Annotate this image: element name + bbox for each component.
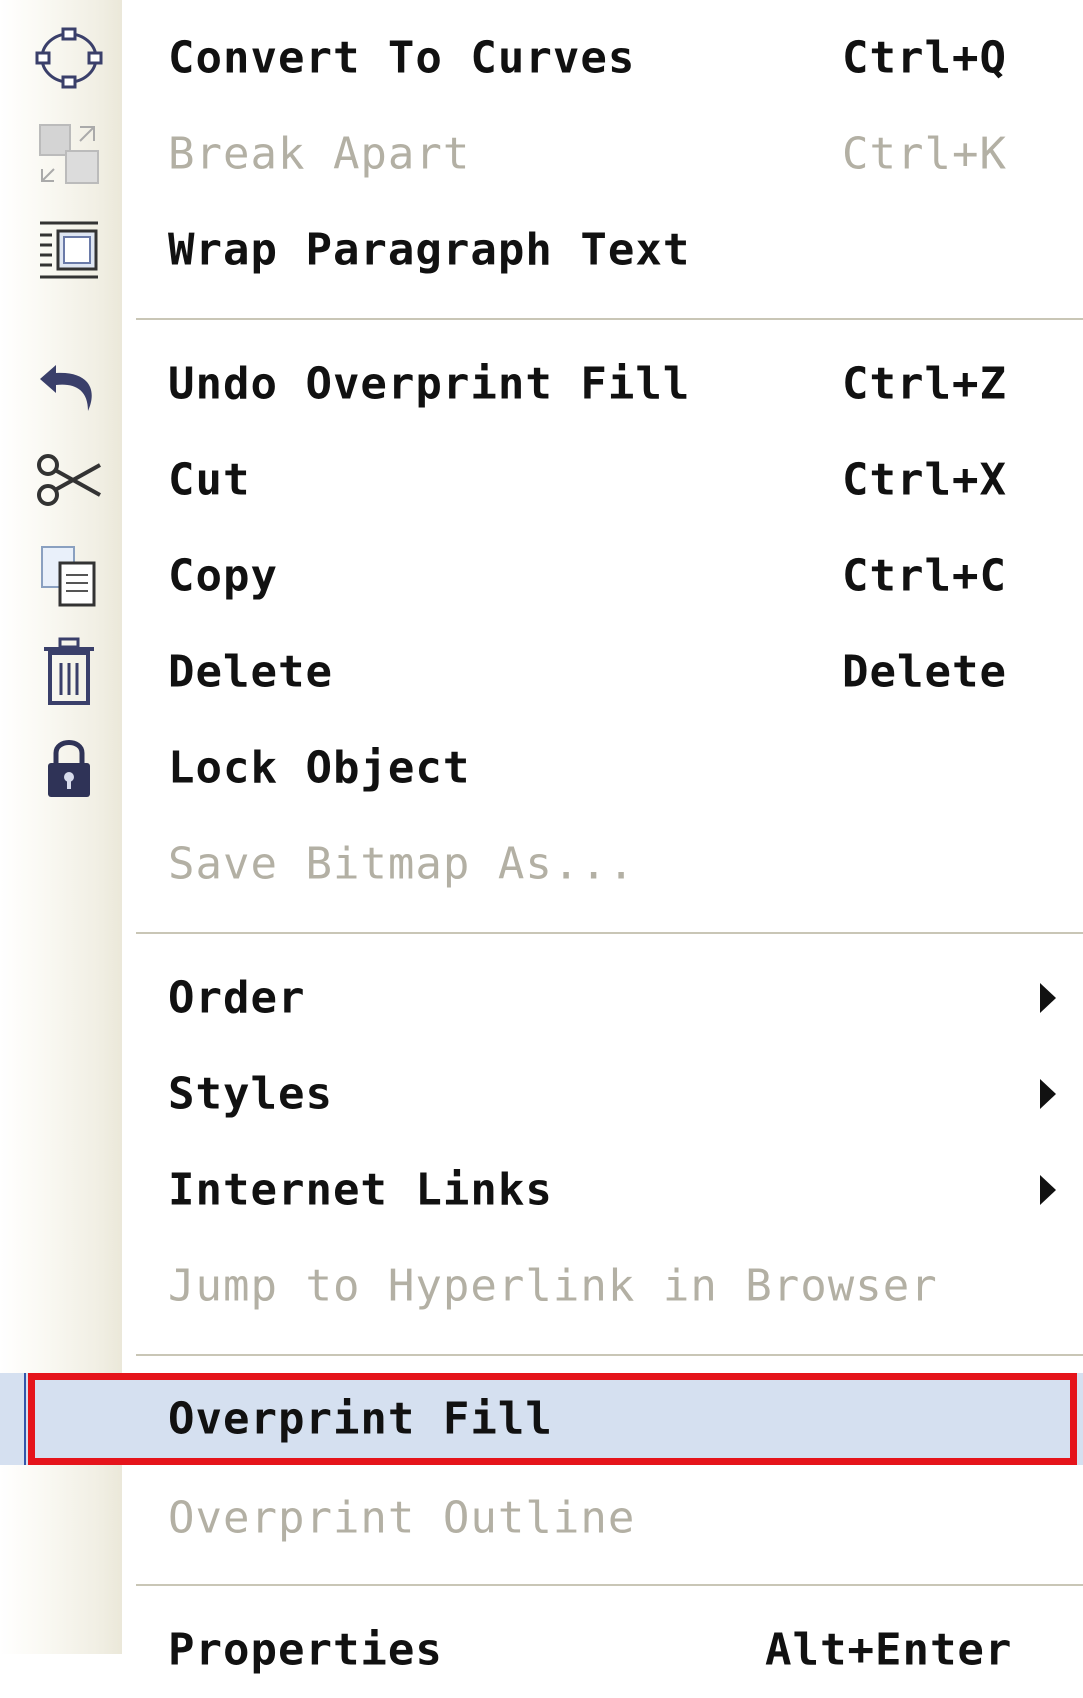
menu-item-label: Save Bitmap As... (168, 838, 636, 890)
menu-item-label: Copy (168, 550, 278, 602)
break-apart-icon (30, 120, 108, 188)
menu-item-shortcut: Ctrl+Z (842, 358, 1007, 410)
menu-item-wrap-paragraph-text[interactable]: Wrap Paragraph Text (0, 202, 1083, 298)
menu-item-jump-to-hyperlink[interactable]: Jump to Hyperlink in Browser (0, 1238, 1083, 1334)
menu-separator (136, 318, 1083, 320)
copy-icon (30, 542, 108, 610)
scissors-icon (30, 446, 108, 514)
menu-item-overprint-outline[interactable]: Overprint Outline (0, 1470, 1083, 1566)
wrap-paragraph-text-icon (30, 216, 108, 284)
menu-item-label: Break Apart (168, 128, 471, 180)
trash-icon (30, 637, 108, 706)
menu-item-label: Order (168, 972, 306, 1024)
lock-icon (30, 734, 108, 802)
menu-item-save-bitmap-as[interactable]: Save Bitmap As... (0, 816, 1083, 912)
menu-item-shortcut: Delete (842, 646, 1007, 698)
menu-separator (136, 932, 1083, 934)
menu-item-shortcut: Ctrl+X (842, 454, 1007, 506)
menu-item-label: Overprint Outline (168, 1492, 636, 1544)
menu-item-order[interactable]: Order (0, 950, 1083, 1046)
menu-item-label: Properties (168, 1624, 443, 1676)
menu-item-shortcut: Ctrl+Q (842, 32, 1007, 84)
menu-item-shortcut: Ctrl+K (842, 128, 1007, 180)
menu-item-label: Styles (168, 1068, 333, 1120)
undo-icon (30, 350, 108, 418)
menu-item-copy[interactable]: Copy Ctrl+C (0, 528, 1083, 624)
annotation-highlight-box (28, 1373, 1077, 1465)
menu-item-label: Convert To Curves (168, 32, 636, 84)
menu-item-styles[interactable]: Styles (0, 1046, 1083, 1142)
menu-item-label: Wrap Paragraph Text (168, 224, 691, 276)
highlight-edge (24, 1373, 26, 1465)
menu-item-label: Undo Overprint Fill (168, 358, 691, 410)
context-menu: Convert To Curves Ctrl+Q Break Apart Ctr… (0, 0, 1083, 1676)
menu-separator (136, 1354, 1083, 1356)
menu-item-undo-overprint-fill[interactable]: Undo Overprint Fill Ctrl+Z (0, 336, 1083, 432)
menu-item-shortcut: Alt+Enter (765, 1624, 1013, 1676)
menu-item-label: Jump to Hyperlink in Browser (168, 1260, 938, 1312)
menu-item-properties[interactable]: Properties Alt+Enter (0, 1602, 1083, 1698)
menu-item-cut[interactable]: Cut Ctrl+X (0, 432, 1083, 528)
menu-item-label: Internet Links (168, 1164, 553, 1216)
menu-item-break-apart[interactable]: Break Apart Ctrl+K (0, 106, 1083, 202)
menu-item-internet-links[interactable]: Internet Links (0, 1142, 1083, 1238)
convert-to-curves-icon (30, 24, 108, 92)
submenu-arrow-icon (1040, 1079, 1056, 1109)
menu-item-label: Lock Object (168, 742, 471, 794)
menu-item-label: Delete (168, 646, 333, 698)
menu-item-label: Cut (168, 454, 251, 506)
menu-item-convert-to-curves[interactable]: Convert To Curves Ctrl+Q (0, 10, 1083, 106)
submenu-arrow-icon (1040, 1175, 1056, 1205)
menu-item-delete[interactable]: Delete Delete (0, 624, 1083, 720)
menu-separator (136, 1584, 1083, 1586)
submenu-arrow-icon (1040, 983, 1056, 1013)
menu-item-lock-object[interactable]: Lock Object (0, 720, 1083, 816)
menu-item-shortcut: Ctrl+C (842, 550, 1007, 602)
